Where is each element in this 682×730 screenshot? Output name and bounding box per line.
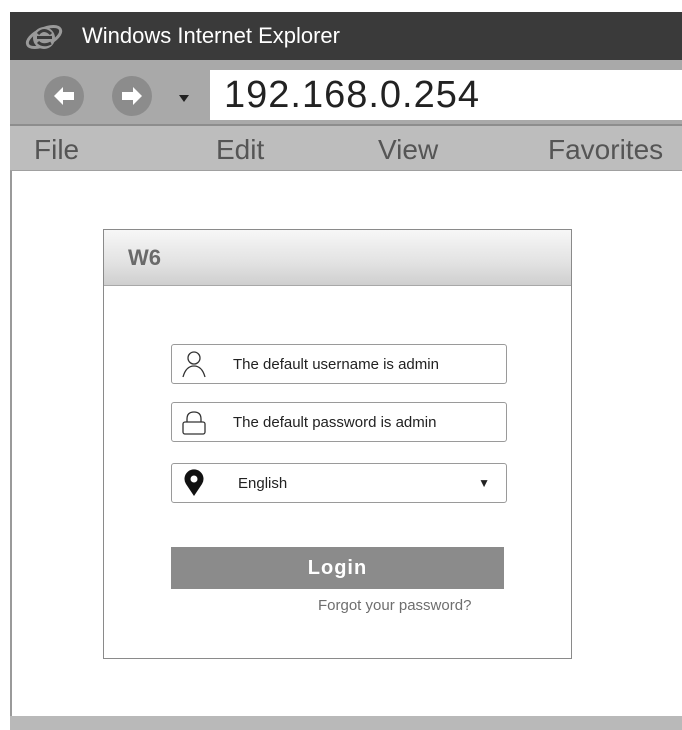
language-select[interactable]: English ▼ (171, 463, 507, 503)
login-card: W6 The default username is admin The def… (103, 229, 572, 659)
forgot-password-link[interactable]: Forgot your password? (318, 597, 471, 614)
window-left-border (10, 171, 12, 716)
back-button[interactable] (44, 76, 84, 116)
menu-favorites[interactable]: Favorites (548, 134, 663, 166)
menu-edit[interactable]: Edit (216, 134, 264, 166)
login-card-header: W6 (104, 230, 571, 286)
browser-window: Windows Internet Explorer File Edit View… (10, 12, 682, 730)
back-arrow-icon (54, 87, 74, 105)
forward-arrow-icon (122, 87, 142, 105)
history-dropdown-icon[interactable] (174, 88, 194, 108)
title-bar: Windows Internet Explorer (10, 12, 682, 60)
window-title: Windows Internet Explorer (82, 23, 340, 48)
address-bar (10, 60, 682, 124)
language-select-value: English (238, 475, 288, 492)
forward-button[interactable] (112, 76, 152, 116)
menu-bar-divider (10, 170, 682, 171)
menu-view[interactable]: View (378, 134, 438, 166)
device-model-title: W6 (128, 245, 161, 270)
password-field-text: The default password is admin (233, 414, 437, 431)
username-field[interactable]: The default username is admin (171, 344, 507, 384)
status-bar (10, 716, 682, 730)
login-button[interactable]: Login (171, 547, 504, 589)
location-pin-icon (184, 469, 204, 496)
internet-explorer-logo-icon (25, 24, 63, 50)
menu-bar: File Edit View Favorites (10, 126, 682, 170)
lock-icon (182, 411, 206, 435)
url-input[interactable] (210, 70, 682, 120)
password-field[interactable]: The default password is admin (171, 402, 507, 442)
chevron-down-icon: ▼ (478, 476, 490, 490)
menu-file[interactable]: File (34, 134, 79, 166)
username-field-text: The default username is admin (233, 356, 439, 373)
user-icon (182, 351, 206, 378)
